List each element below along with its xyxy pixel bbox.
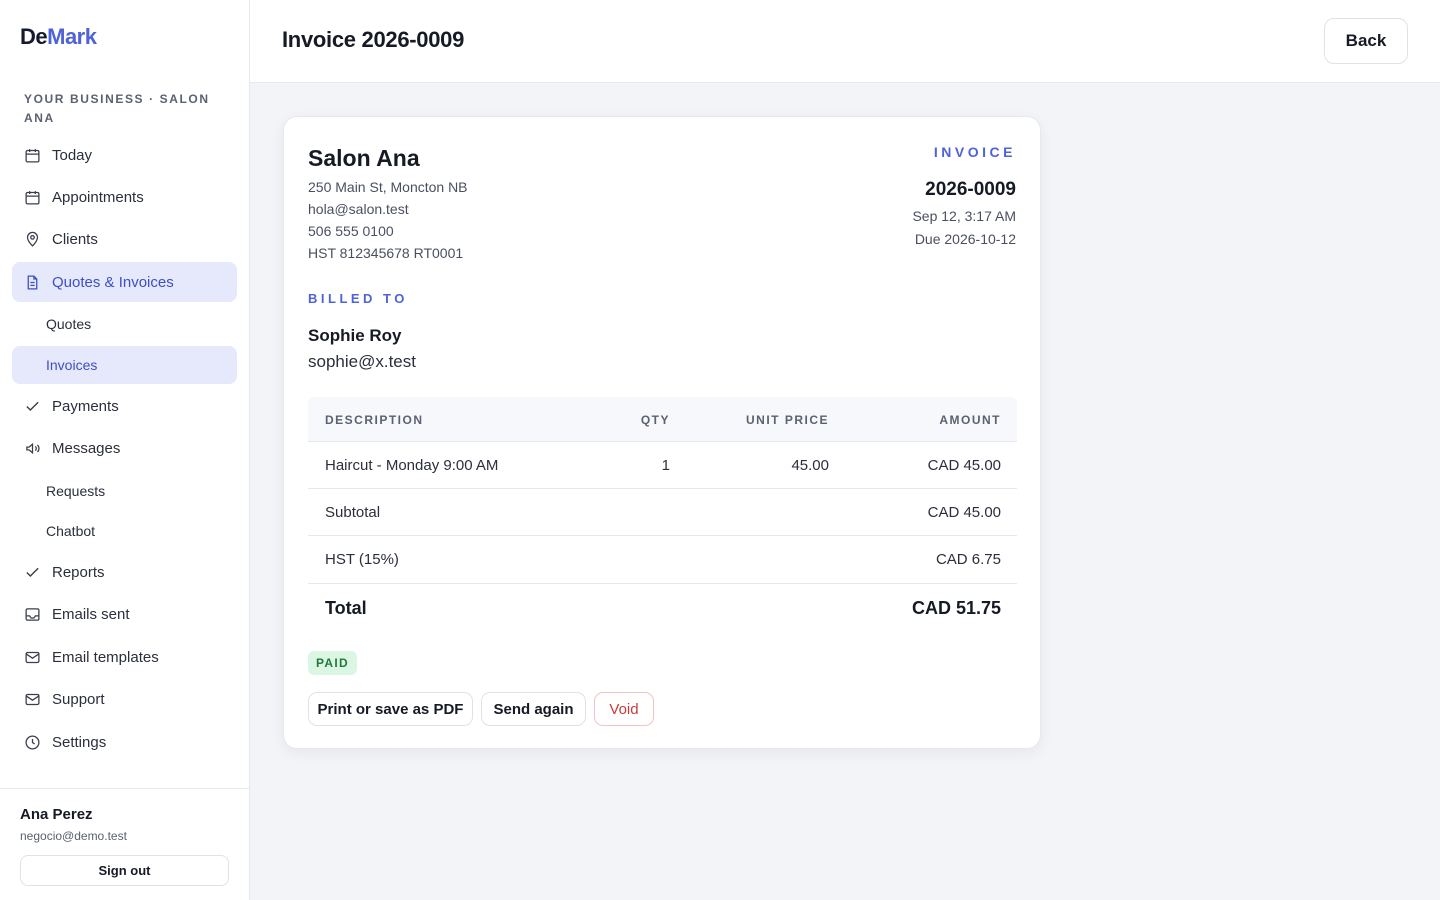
sidebar-item-appointments[interactable]: Appointments xyxy=(12,177,237,217)
total-value: CAD 51.75 xyxy=(911,598,1001,618)
user-name: Ana Perez xyxy=(20,806,93,823)
table-row: Haircut - Monday 9:00 AM 1 45.00 CAD 45.… xyxy=(308,442,1017,489)
calendar-icon xyxy=(25,191,40,205)
total-row: Total CAD 51.75 xyxy=(308,584,1017,634)
void-button[interactable]: Void xyxy=(594,692,654,726)
business-address: 250 Main St, Moncton NB xyxy=(308,179,468,195)
total-label: Total xyxy=(325,598,367,618)
check-icon xyxy=(26,401,39,412)
sidebar-item-settings[interactable]: Settings xyxy=(12,722,237,762)
column-unit-price: UNIT PRICE xyxy=(745,413,829,427)
megaphone-icon xyxy=(26,442,40,455)
tax-value: CAD 6.75 xyxy=(935,551,1001,568)
mail-icon xyxy=(25,693,40,706)
client-email: sophie@x.test xyxy=(308,352,416,371)
sidebar-item-invoices[interactable]: Invoices xyxy=(12,346,237,384)
sidebar-item-chatbot[interactable]: Chatbot xyxy=(12,512,237,550)
sidebar-item-quotes[interactable]: Quotes xyxy=(12,305,237,343)
sign-out-button[interactable]: Sign out xyxy=(20,855,229,886)
table-header: DESCRIPTION QTY UNIT PRICE AMOUNT xyxy=(308,397,1017,442)
business-name: Salon Ana xyxy=(308,145,420,171)
invoice-number: 2026-0009 xyxy=(925,179,1016,200)
sidebar-item-clients[interactable]: Clients xyxy=(12,219,237,259)
tax-label: HST (15%) xyxy=(325,551,399,568)
inbox-icon xyxy=(25,608,40,621)
sidebar-item-reports[interactable]: Reports xyxy=(12,552,237,592)
invoice-date: Sep 12, 3:17 AM xyxy=(912,208,1016,224)
user-email: negocio@demo.test xyxy=(20,829,127,843)
sidebar-item-today[interactable]: Today xyxy=(12,135,237,175)
sidebar-item-payments[interactable]: Payments xyxy=(12,386,237,426)
page-title: Invoice 2026-0009 xyxy=(282,27,465,52)
business-email: hola@salon.test xyxy=(308,201,409,217)
document-icon xyxy=(27,275,38,290)
column-description: DESCRIPTION xyxy=(325,413,424,427)
clock-icon xyxy=(25,735,40,750)
subtotal-label: Subtotal xyxy=(325,504,381,521)
sidebar-item-requests[interactable]: Requests xyxy=(12,472,237,510)
sidebar-item-emails-sent[interactable]: Emails sent xyxy=(12,594,237,634)
billed-to-label: BILLED TO xyxy=(308,291,408,306)
business-phone: 506 555 0100 xyxy=(308,223,394,239)
app-logo[interactable]: DeMark xyxy=(20,24,97,50)
business-tax-id: HST 812345678 RT0001 xyxy=(308,245,464,261)
sidebar-item-support[interactable]: Support xyxy=(12,679,237,719)
column-amount: AMOUNT xyxy=(939,413,1001,427)
sidebar-item-email-templates[interactable]: Email templates xyxy=(12,637,237,677)
subtotal-row: Subtotal CAD 45.00 xyxy=(308,489,1017,536)
sidebar-item-messages[interactable]: Messages xyxy=(12,428,237,468)
item-amount: CAD 45.00 xyxy=(927,457,1001,474)
subtotal-value: CAD 45.00 xyxy=(927,504,1001,521)
calendar-icon xyxy=(25,149,40,163)
item-qty: 1 xyxy=(661,457,670,474)
check-icon xyxy=(26,567,39,578)
send-again-button[interactable]: Send again xyxy=(481,692,586,726)
invoice-card: Salon Ana 250 Main St, Moncton NB hola@s… xyxy=(283,116,1041,749)
invoice-label: INVOICE xyxy=(933,144,1016,160)
sidebar-item-quotes-invoices[interactable]: Quotes & Invoices xyxy=(12,262,237,302)
print-pdf-button[interactable]: Print or save as PDF xyxy=(308,692,473,726)
client-name: Sophie Roy xyxy=(308,326,402,345)
tax-row: HST (15%) CAD 6.75 xyxy=(308,536,1017,584)
column-qty: QTY xyxy=(640,413,670,427)
business-label: YOUR BUSINESS · SALON ANA xyxy=(24,92,210,125)
sidebar-user-panel: Ana Perez negocio@demo.test Sign out xyxy=(0,788,249,900)
map-pin-icon xyxy=(26,231,39,247)
status-badge: PAID xyxy=(308,651,357,675)
back-button[interactable]: Back xyxy=(1324,18,1408,64)
sidebar: DeMark YOUR BUSINESS · SALON ANA Today A… xyxy=(0,0,250,900)
mail-icon xyxy=(25,651,40,664)
invoice-due-date: Due 2026-10-12 xyxy=(914,231,1016,247)
item-unit-price: 45.00 xyxy=(791,457,829,474)
item-description: Haircut - Monday 9:00 AM xyxy=(325,457,499,474)
top-bar: Invoice 2026-0009 Back xyxy=(250,0,1440,83)
